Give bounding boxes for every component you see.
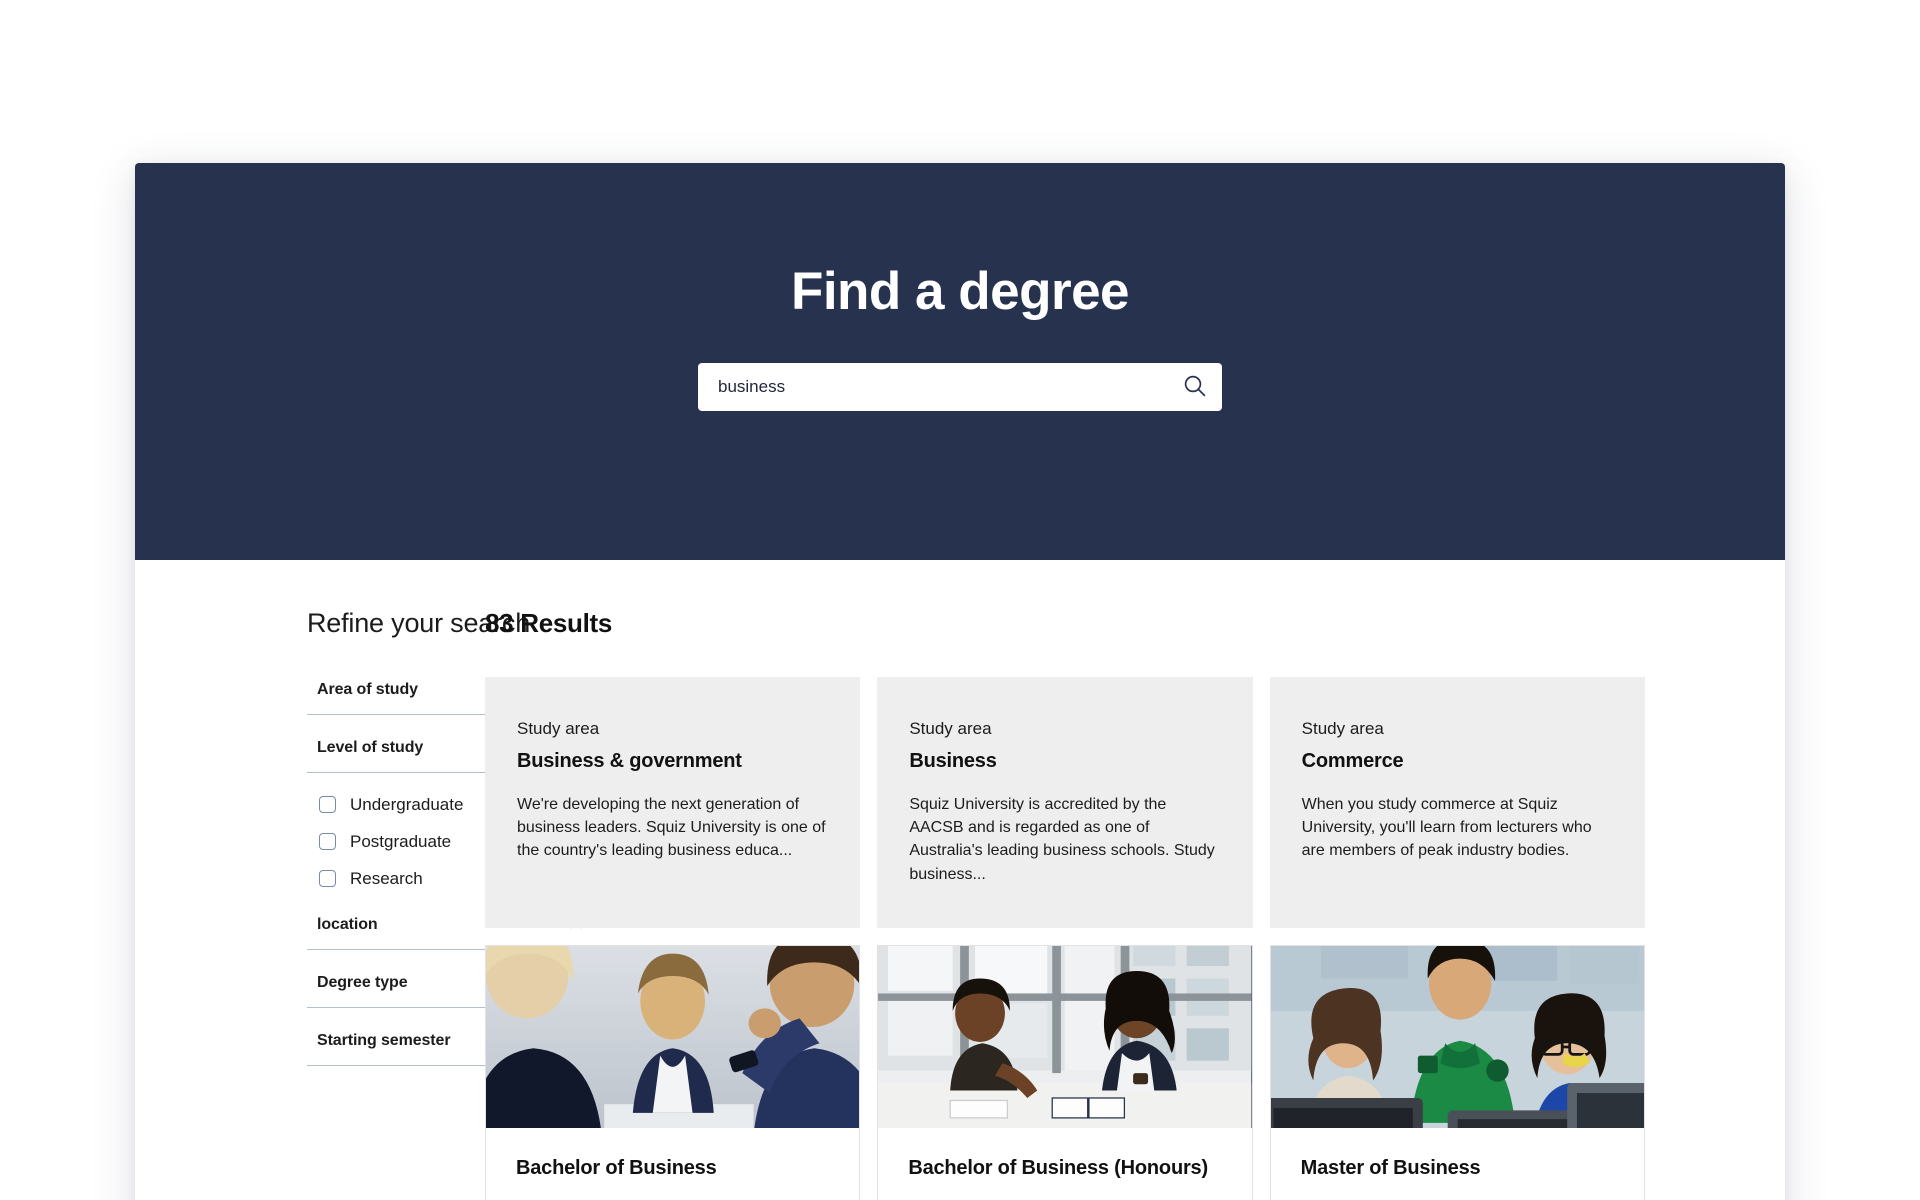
app-window: Find a degree Refine your search [135, 163, 1785, 1200]
degree-card[interactable]: Bachelor of Business (Honours) [877, 944, 1253, 1200]
page-viewport: Find a degree Refine your search [0, 0, 1920, 1200]
study-area-grid: Study area Business & government We're d… [485, 677, 1645, 928]
refine-sidebar: Refine your search Area of study Level o… [135, 608, 592, 1200]
sidebar-title: Refine your search [307, 608, 531, 638]
card-description: We're developing the next generation of … [517, 796, 826, 860]
card-title: Business & government [517, 750, 742, 772]
search-icon [1182, 373, 1208, 402]
study-area-card[interactable]: Study area Business Squiz University is … [877, 677, 1253, 928]
degree-card-photo [1270, 945, 1644, 1128]
checkbox-box[interactable] [319, 833, 336, 850]
degree-card-photo [878, 945, 1252, 1128]
study-area-card[interactable]: Study area Business & government We're d… [485, 677, 861, 928]
facet-label: Degree type [317, 974, 408, 991]
facet-label: Level of study [317, 739, 424, 756]
results-count: 83 Results [485, 608, 613, 638]
checkbox-box[interactable] [319, 796, 336, 813]
checkbox-label: Postgraduate [350, 831, 452, 851]
facet-label: Starting semester [317, 1032, 451, 1049]
card-kicker: Study area [517, 719, 600, 738]
degree-card-title: Bachelor of Business [516, 1156, 717, 1179]
card-description: Squiz University is accredited by the AA… [909, 796, 1215, 883]
facet-label: Area of study [317, 681, 418, 698]
search-button[interactable] [1174, 366, 1216, 408]
content-area: Refine your search Area of study Level o… [135, 560, 1785, 1200]
checkbox-label: Undergraduate [350, 794, 464, 814]
checkbox-box[interactable] [319, 870, 336, 887]
degree-card-title: Master of Business [1300, 1156, 1481, 1179]
degree-card[interactable]: Bachelor of Business [485, 944, 861, 1200]
search-input[interactable] [698, 363, 1222, 412]
degree-card[interactable]: Master of Business [1269, 944, 1645, 1200]
card-title: Business [909, 750, 997, 772]
card-kicker: Study area [1301, 719, 1384, 738]
page-title: Find a degree [790, 262, 1130, 321]
search-bar [698, 363, 1222, 412]
hero-banner: Find a degree [135, 163, 1785, 560]
study-area-card[interactable]: Study area Commerce When you study comme… [1269, 677, 1645, 928]
checkbox-label: Research [350, 868, 423, 888]
facet-label: location [317, 916, 378, 933]
card-title: Commerce [1301, 750, 1404, 772]
results-panel: 83 Results Study area Business & governm… [485, 608, 1785, 1200]
degree-card-photo [486, 945, 860, 1128]
degree-card-title: Bachelor of Business (Honours) [908, 1156, 1208, 1179]
card-description: When you study commerce at Squiz Univers… [1301, 796, 1592, 860]
degree-grid: Bachelor of Business Bachelor of Busines… [485, 944, 1645, 1200]
card-kicker: Study area [909, 719, 992, 738]
